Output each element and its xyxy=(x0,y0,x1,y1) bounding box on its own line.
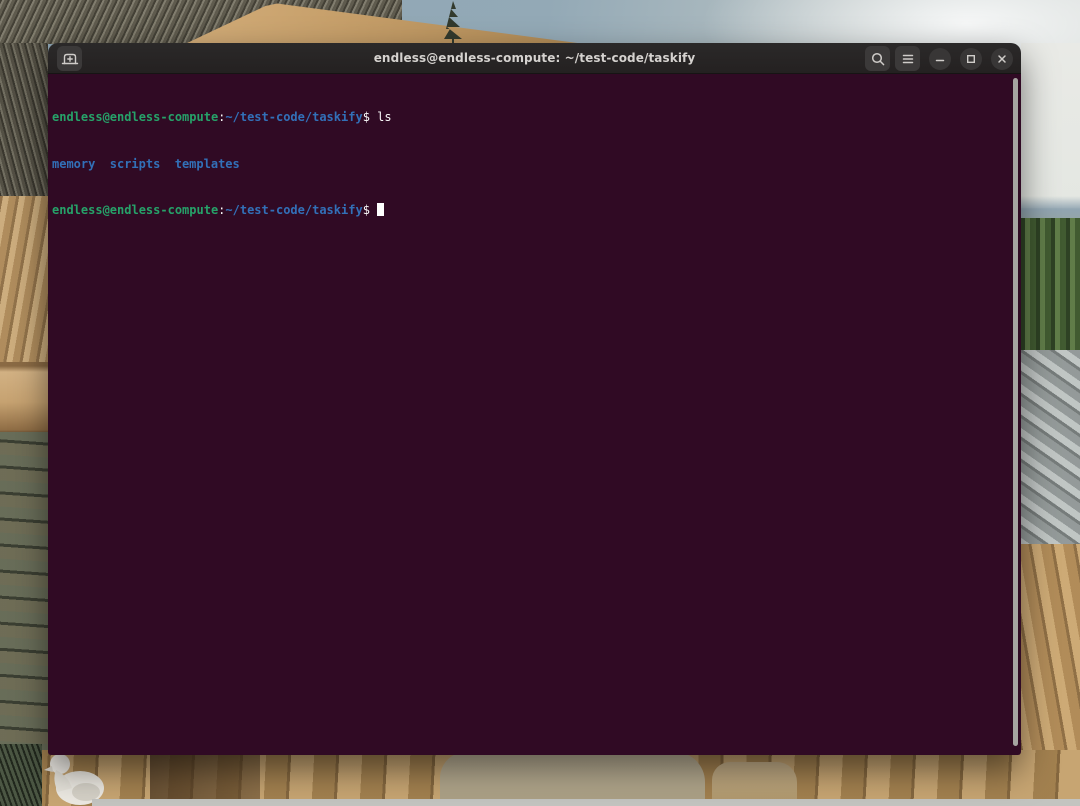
menu-button[interactable] xyxy=(895,46,920,71)
minimize-icon xyxy=(933,52,947,66)
prompt-symbol: $ xyxy=(363,110,370,124)
titlebar[interactable]: endless@endless-compute: ~/test-code/tas… xyxy=(48,43,1021,74)
maximize-icon xyxy=(964,52,978,66)
wallpaper-pine-tree xyxy=(438,1,468,43)
wallpaper-right-trees xyxy=(1021,218,1080,356)
wallpaper-twigs-left xyxy=(0,43,48,198)
terminal-line-output: memory scripts templates xyxy=(52,157,1007,173)
wallpaper-left-planks xyxy=(0,196,48,364)
terminal-scrollbar[interactable] xyxy=(1013,78,1018,746)
directory-entry: memory xyxy=(52,157,95,171)
hamburger-menu-icon xyxy=(900,51,916,67)
prompt-user-host: endless@endless-compute xyxy=(52,110,218,124)
wallpaper-right-rocks xyxy=(1021,350,1080,550)
wallpaper-bottom-dark-wood xyxy=(150,752,260,806)
terminal-content[interactable]: endless@endless-compute:~/test-code/task… xyxy=(48,74,1021,755)
prompt-symbol: $ xyxy=(363,203,370,217)
typed-command: ls xyxy=(370,110,392,124)
terminal-window[interactable]: endless@endless-compute: ~/test-code/tas… xyxy=(48,43,1021,755)
close-button[interactable] xyxy=(991,48,1013,70)
prompt-path: ~/test-code/taskify xyxy=(225,110,362,124)
minimize-button[interactable] xyxy=(929,48,951,70)
terminal-line-command: endless@endless-compute:~/test-code/task… xyxy=(52,110,1007,126)
wallpaper-bottom-strip xyxy=(92,799,1080,806)
terminal-line-prompt: endless@endless-compute:~/test-code/task… xyxy=(52,203,1007,219)
prompt-path: ~/test-code/taskify xyxy=(225,203,362,217)
prompt-user-host: endless@endless-compute xyxy=(52,203,218,217)
wallpaper-bottom-stone xyxy=(440,752,705,806)
wallpaper-right-sky xyxy=(1021,43,1080,208)
wallpaper-bird-carving xyxy=(42,746,114,806)
new-tab-button[interactable] xyxy=(57,46,82,71)
search-icon xyxy=(870,51,886,67)
wallpaper-plant xyxy=(0,744,42,806)
directory-entry: scripts xyxy=(110,157,161,171)
directory-entry: templates xyxy=(175,157,240,171)
wallpaper-right-wood xyxy=(1021,544,1080,756)
close-icon xyxy=(995,52,1009,66)
terminal-cursor xyxy=(377,203,384,216)
wallpaper-left-shingles xyxy=(0,432,48,755)
search-button[interactable] xyxy=(865,46,890,71)
maximize-button[interactable] xyxy=(960,48,982,70)
new-tab-icon xyxy=(61,50,79,68)
wallpaper-left-log xyxy=(0,362,48,434)
